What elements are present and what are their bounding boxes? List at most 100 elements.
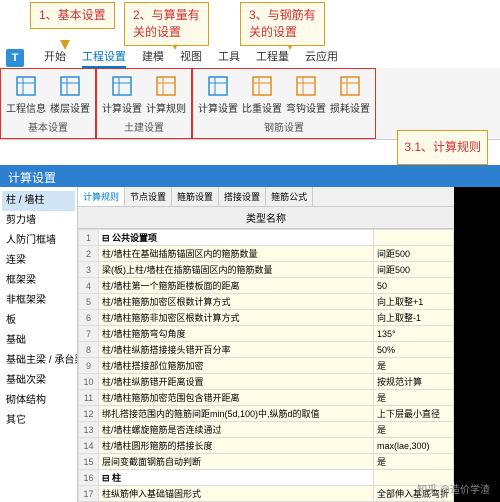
row-value[interactable]: 向上取整-1 <box>374 310 454 326</box>
row-value[interactable]: max(lae,300) <box>374 438 454 454</box>
row-value[interactable]: 是 <box>374 454 454 470</box>
table-row[interactable]: 14 柱/墙柱圆形箍筋的搭接长度max(lae,300) <box>79 438 454 454</box>
tree-item[interactable]: 其它 <box>2 411 75 431</box>
row-desc: 层间变截面钢筋自动判断 <box>99 454 374 470</box>
table-row[interactable]: 11 柱/墙柱箍筋加密范围包含错开距离是 <box>79 390 454 406</box>
row-desc: 柱纵筋伸入基础锚固形式 <box>99 486 374 502</box>
row-value[interactable]: 是 <box>374 390 454 406</box>
app-logo: T <box>6 49 24 67</box>
ribbon-group-1: 计算设置计算规则土建设置 <box>96 68 192 139</box>
ribbon-btn-label: 计算规则 <box>146 100 186 115</box>
ribbon-btn-工程信息[interactable]: 工程信息 <box>5 71 47 117</box>
table-row[interactable]: 9 柱/墙柱搭接部位箍筋加密是 <box>79 358 454 374</box>
ribbon-group-title: 钢筋设置 <box>197 117 371 136</box>
tree-item[interactable]: 连梁 <box>2 251 75 271</box>
table-row[interactable]: 8 柱/墙柱纵筋搭接接头错开百分率50% <box>79 342 454 358</box>
row-number: 13 <box>79 422 99 438</box>
row-number: 7 <box>79 326 99 342</box>
table-row[interactable]: 17 柱纵筋伸入基础锚固形式全部伸入基底弯折 <box>79 486 454 502</box>
table-row[interactable]: 6 柱/墙柱箍筋非加密区根数计算方式向上取整-1 <box>79 310 454 326</box>
table-row[interactable]: 4 柱/墙柱第一个箍筋距楼板面的距离50 <box>79 278 454 294</box>
row-value[interactable]: 上下层最小直径 <box>374 406 454 422</box>
menu-3[interactable]: 视图 <box>180 48 202 68</box>
tab-1[interactable]: 节点设置 <box>125 187 172 206</box>
tree-item[interactable]: 剪力墙 <box>2 211 75 231</box>
row-value[interactable]: 50% <box>374 342 454 358</box>
panel-title: 计算设置 <box>0 165 500 187</box>
tab-3[interactable]: 搭接设置 <box>219 187 266 206</box>
left-panel: 柱 / 墙柱剪力墙人防门框墙连梁框架梁非框架梁板基础基础主梁 / 承台梁基础次梁… <box>0 187 78 502</box>
row-value[interactable]: 是 <box>374 358 454 374</box>
ribbon-btn-label: 工程信息 <box>6 100 46 115</box>
row-desc: 柱/墙柱箍筋弯勾角度 <box>99 326 374 342</box>
watermark: 知乎 @造价学渣 <box>417 481 490 496</box>
row-value[interactable]: 50 <box>374 278 454 294</box>
tree-item[interactable]: 框架梁 <box>2 271 75 291</box>
row-value[interactable] <box>374 230 454 246</box>
tab-2[interactable]: 箍筋设置 <box>172 187 219 206</box>
tree-item[interactable]: 非框架梁 <box>2 291 75 311</box>
row-number: 2 <box>79 246 99 262</box>
row-desc: ⊟ 公共设置项 <box>99 230 374 246</box>
preview-pane <box>454 187 500 502</box>
row-value[interactable]: 间距500 <box>374 262 454 278</box>
callout-calc-rule: 3.1、计算规则 <box>397 130 488 165</box>
row-number: 6 <box>79 310 99 326</box>
menu-4[interactable]: 工具 <box>218 48 240 68</box>
row-value[interactable]: 按规范计算 <box>374 374 454 390</box>
ribbon-btn-label: 弯钩设置 <box>286 100 326 115</box>
table-row[interactable]: 2 柱/墙柱在基础插筋锚固区内的箍筋数量间距500 <box>79 246 454 262</box>
tree-item[interactable]: 柱 / 墙柱 <box>2 191 75 211</box>
settings-grid[interactable]: 1⊟ 公共设置项2 柱/墙柱在基础插筋锚固区内的箍筋数量间距5003 梁(板)上… <box>78 229 454 502</box>
tree-item[interactable]: 人防门框墙 <box>2 231 75 251</box>
tree-item[interactable]: 板 <box>2 311 75 331</box>
menu-1[interactable]: 工程设置 <box>82 48 126 68</box>
ribbon-btn-比重设置[interactable]: 比重设置 <box>241 71 283 117</box>
tree-item[interactable]: 基础 <box>2 331 75 351</box>
ribbon-btn-label: 比重设置 <box>242 100 282 115</box>
row-desc: 梁(板)上柱/墙柱在插筋锚固区内的箍筋数量 <box>99 262 374 278</box>
menu-6[interactable]: 云应用 <box>305 48 338 68</box>
ribbon-btn-弯钩设置[interactable]: 弯钩设置 <box>285 71 327 117</box>
table-row[interactable]: 16⊟ 柱 <box>79 470 454 486</box>
tab-0[interactable]: 计算规则 <box>78 187 125 206</box>
ribbon-icon <box>250 74 274 98</box>
table-row[interactable]: 7 柱/墙柱箍筋弯勾角度135° <box>79 326 454 342</box>
table-row[interactable]: 3 梁(板)上柱/墙柱在插筋锚固区内的箍筋数量间距500 <box>79 262 454 278</box>
ribbon-btn-label: 楼层设置 <box>50 100 90 115</box>
menu-0[interactable]: 开始 <box>44 48 66 68</box>
row-number: 4 <box>79 278 99 294</box>
menu-5[interactable]: 工程量 <box>256 48 289 68</box>
tree-item[interactable]: 基础次梁 <box>2 371 75 391</box>
callout-basic-settings: 1、基本设置 <box>30 2 115 29</box>
ribbon-btn-损耗设置[interactable]: 损耗设置 <box>329 71 371 117</box>
row-desc: 柱/墙柱螺旋箍筋是否连续通过 <box>99 422 374 438</box>
ribbon-btn-计算设置[interactable]: 计算设置 <box>197 71 239 117</box>
ribbon-btn-计算设置[interactable]: 计算设置 <box>101 71 143 117</box>
tree-item[interactable]: 砌体结构 <box>2 391 75 411</box>
ribbon-btn-楼层设置[interactable]: 楼层设置 <box>49 71 91 117</box>
table-row[interactable]: 13 柱/墙柱螺旋箍筋是否连续通过是 <box>79 422 454 438</box>
ribbon-btn-计算规则[interactable]: 计算规则 <box>145 71 187 117</box>
tab-4[interactable]: 箍筋公式 <box>266 187 313 206</box>
row-value[interactable]: 间距500 <box>374 246 454 262</box>
menu-2[interactable]: 建模 <box>142 48 164 68</box>
row-desc: 柱/墙柱纵筋错开距离设置 <box>99 374 374 390</box>
callout-calc-settings: 2、与算量有 关的设置 <box>124 2 209 46</box>
tree-item[interactable]: 基础主梁 / 承台梁 <box>2 351 75 371</box>
row-desc: 柱/墙柱搭接部位箍筋加密 <box>99 358 374 374</box>
table-row[interactable]: 1⊟ 公共设置项 <box>79 230 454 246</box>
table-row[interactable]: 10 柱/墙柱纵筋错开距离设置按规范计算 <box>79 374 454 390</box>
row-number: 11 <box>79 390 99 406</box>
ribbon-icon <box>14 74 38 98</box>
arrow-icon <box>60 40 70 50</box>
table-row[interactable]: 12 绑扎搭接范围内的箍筋间距min(5d,100)中,纵筋d的取值上下层最小直… <box>79 406 454 422</box>
row-value[interactable]: 向上取整+1 <box>374 294 454 310</box>
table-row[interactable]: 15 层间变截面钢筋自动判断是 <box>79 454 454 470</box>
callout-rebar-settings: 3、与钢筋有 关的设置 <box>240 2 325 46</box>
row-value[interactable]: 135° <box>374 326 454 342</box>
row-value[interactable]: 是 <box>374 422 454 438</box>
table-row[interactable]: 5 柱/墙柱箍筋加密区根数计算方式向上取整+1 <box>79 294 454 310</box>
row-number: 14 <box>79 438 99 454</box>
row-number: 17 <box>79 486 99 502</box>
